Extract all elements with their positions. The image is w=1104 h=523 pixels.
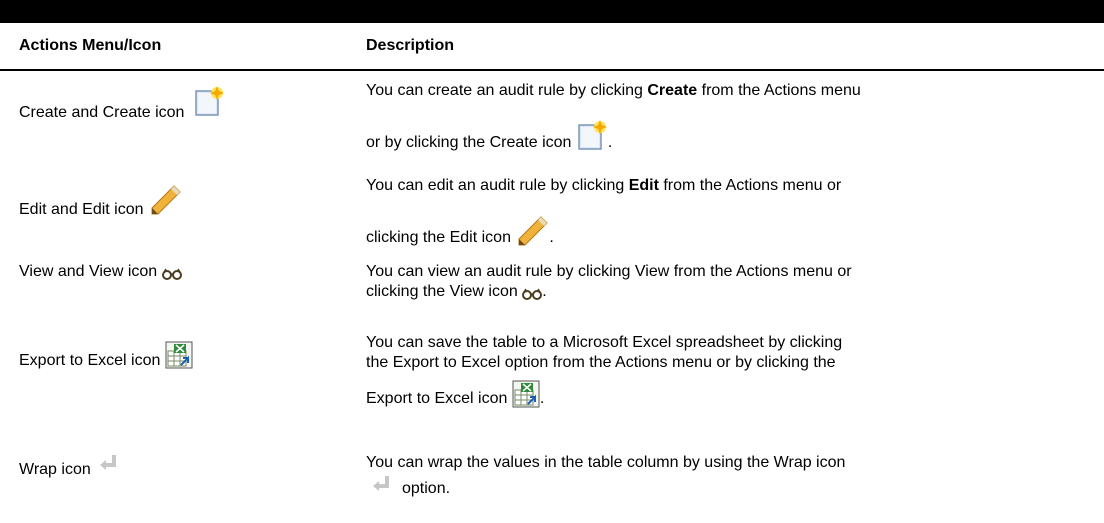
desc-text: clicking the View icon <box>366 283 518 300</box>
desc-text: . <box>549 229 554 246</box>
desc-text: You can create an audit rule by clicking <box>366 82 648 99</box>
desc-text: You can wrap the values in the table col… <box>366 454 846 471</box>
table-row-excel-description: You can save the table to a Microsoft Ex… <box>366 333 842 409</box>
wrap-icon <box>372 475 392 493</box>
desc-text: option. <box>402 480 451 497</box>
table-row-edit-action: Edit and Edit icon <box>19 185 182 220</box>
table-row-excel-action: Export to Excel icon <box>19 341 193 371</box>
desc-text: Export to Excel icon <box>366 390 508 407</box>
action-label: Create and Create icon <box>19 104 185 121</box>
excel-export-icon <box>165 341 193 369</box>
wrap-icon <box>99 454 119 472</box>
table-row-wrap-action: Wrap icon <box>19 455 119 480</box>
desc-bold: Edit <box>628 177 659 194</box>
desc-text: . <box>607 134 613 151</box>
desc-text: You can edit an audit rule by clicking <box>366 177 629 194</box>
action-label: Edit and Edit icon <box>19 201 144 218</box>
table-row-edit-description: You can edit an audit rule by clicking E… <box>366 176 841 248</box>
desc-text: You can view an audit rule by clicking V… <box>366 263 852 280</box>
desc-text: the Export to Excel option from the Acti… <box>366 354 836 371</box>
pencil-icon <box>515 215 549 247</box>
action-label: View and View icon <box>19 263 158 280</box>
table-row-create-action: Create and Create icon <box>19 86 225 123</box>
pencil-icon <box>148 184 182 216</box>
create-icon <box>576 119 608 151</box>
header-rule <box>0 69 1104 71</box>
table-row-view-action: View and View icon <box>19 262 182 282</box>
action-label: Export to Excel icon <box>19 352 161 369</box>
table-row-view-description: You can view an audit rule by clicking V… <box>366 262 852 302</box>
create-icon <box>193 85 225 117</box>
desc-text: . <box>542 283 547 300</box>
desc-text: from the Actions menu or <box>658 177 842 194</box>
header-actions-menu-icon: Actions Menu/Icon <box>19 37 162 54</box>
desc-text: You can save the table to a Microsoft Ex… <box>366 334 843 351</box>
header-description: Description <box>366 37 455 54</box>
table-row-create-description: You can create an audit rule by clicking… <box>366 81 861 153</box>
table-top-border <box>0 0 1104 23</box>
desc-text: from the Actions menu <box>697 82 861 99</box>
desc-text: . <box>539 390 545 407</box>
table-row-wrap-description: You can wrap the values in the table col… <box>366 453 845 499</box>
glasses-icon <box>522 286 543 300</box>
glasses-icon <box>161 266 182 280</box>
desc-text: clicking the Edit icon <box>366 229 511 246</box>
excel-export-icon <box>512 380 540 408</box>
desc-bold: Create <box>647 82 698 99</box>
action-label: Wrap icon <box>19 461 91 478</box>
desc-text: or by clicking the Create icon <box>366 134 572 151</box>
